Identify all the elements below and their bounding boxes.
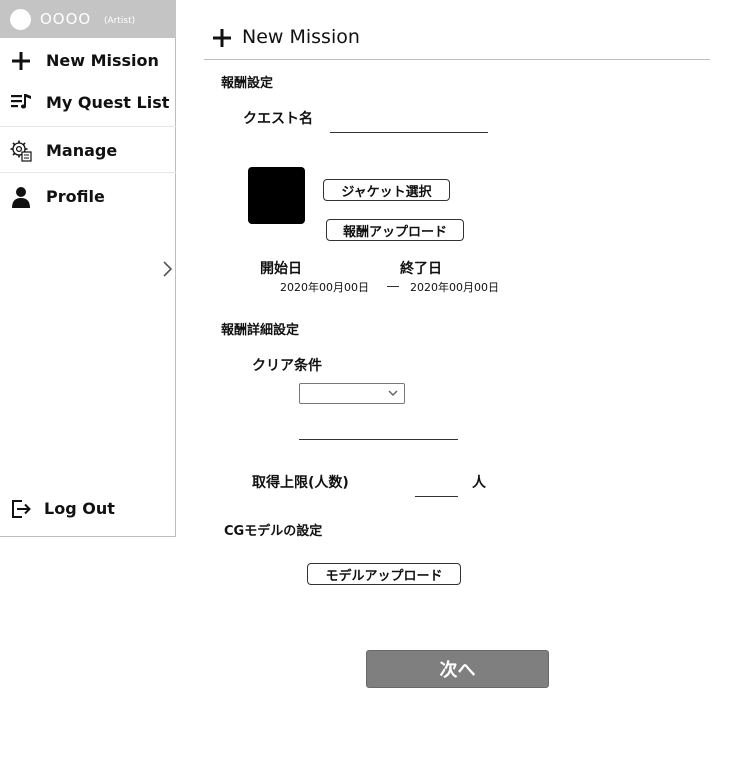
- end-date-value[interactable]: 2020年00月00日: [410, 279, 499, 295]
- user-role: (Artist): [104, 16, 136, 26]
- music-list-icon: [11, 94, 31, 109]
- jacket-select-button[interactable]: ジャケット選択: [323, 179, 450, 201]
- start-date-label: 開始日: [260, 261, 302, 277]
- acquisition-limit-input[interactable]: [415, 476, 458, 497]
- reward-detail-heading: 報酬詳細設定: [221, 323, 300, 338]
- sidebar-item-label: Profile: [46, 187, 105, 206]
- cg-model-heading: CGモデルの設定: [224, 524, 323, 539]
- acquisition-limit-label: 取得上限(人数): [252, 475, 349, 491]
- jacket-image: [248, 167, 305, 224]
- date-range-dash: [387, 286, 399, 287]
- avatar: [10, 9, 31, 30]
- next-button[interactable]: 次へ: [366, 650, 549, 688]
- reward-settings-heading: 報酬設定: [221, 76, 274, 91]
- settings-gear-icon: [10, 140, 32, 162]
- acquisition-limit-unit: 人: [472, 475, 486, 491]
- sidebar-item-label: New Mission: [46, 51, 159, 70]
- sidebar: OOOO (Artist) New Mission My Quest List: [0, 0, 176, 537]
- user-bar[interactable]: OOOO (Artist): [0, 0, 176, 38]
- plus-icon: [12, 52, 30, 70]
- quest-name-input[interactable]: [330, 112, 488, 133]
- chevron-down-icon: [388, 390, 398, 397]
- model-upload-button[interactable]: モデルアップロード: [307, 563, 461, 585]
- start-date-value[interactable]: 2020年00月00日: [280, 279, 369, 295]
- logout-label: Log Out: [44, 499, 115, 518]
- logout-icon: [12, 500, 31, 518]
- reward-upload-button[interactable]: 報酬アップロード: [326, 219, 464, 241]
- sidebar-item-log-out[interactable]: Log Out: [0, 488, 176, 530]
- page-header: New Mission: [204, 24, 710, 60]
- page-title: New Mission: [242, 26, 360, 48]
- end-date-label: 終了日: [400, 261, 442, 277]
- plus-icon: [213, 29, 231, 47]
- user-name: OOOO: [40, 10, 92, 28]
- sidebar-item-label: My Quest List: [46, 93, 170, 112]
- sidebar-item-new-mission[interactable]: New Mission: [0, 40, 176, 82]
- chevron-right-icon[interactable]: [160, 258, 176, 280]
- clear-condition-select[interactable]: [299, 383, 405, 404]
- sidebar-item-profile[interactable]: Profile: [0, 176, 176, 218]
- quest-name-label: クエスト名: [243, 111, 313, 127]
- clear-condition-label: クリア条件: [252, 358, 322, 374]
- nav-divider: [0, 126, 176, 127]
- nav-divider: [0, 172, 176, 173]
- sidebar-item-my-quest-list[interactable]: My Quest List: [0, 82, 176, 124]
- person-icon: [12, 187, 30, 208]
- sidebar-item-manage[interactable]: Manage: [0, 130, 176, 172]
- clear-condition-text-input[interactable]: [299, 419, 458, 440]
- sidebar-item-label: Manage: [46, 141, 118, 160]
